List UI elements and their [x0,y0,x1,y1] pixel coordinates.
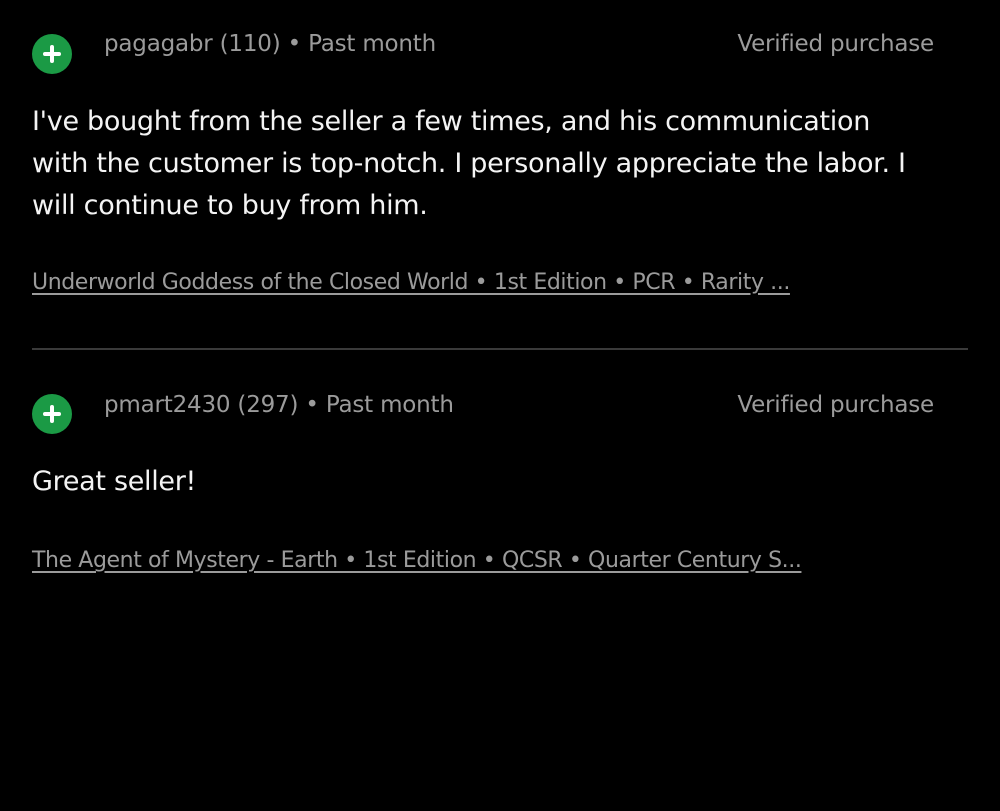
purchased-item-link[interactable]: The Agent of Mystery - Earth • 1st Editi… [32,548,802,811]
positive-feedback-icon [32,394,72,434]
positive-feedback-icon [32,34,72,74]
